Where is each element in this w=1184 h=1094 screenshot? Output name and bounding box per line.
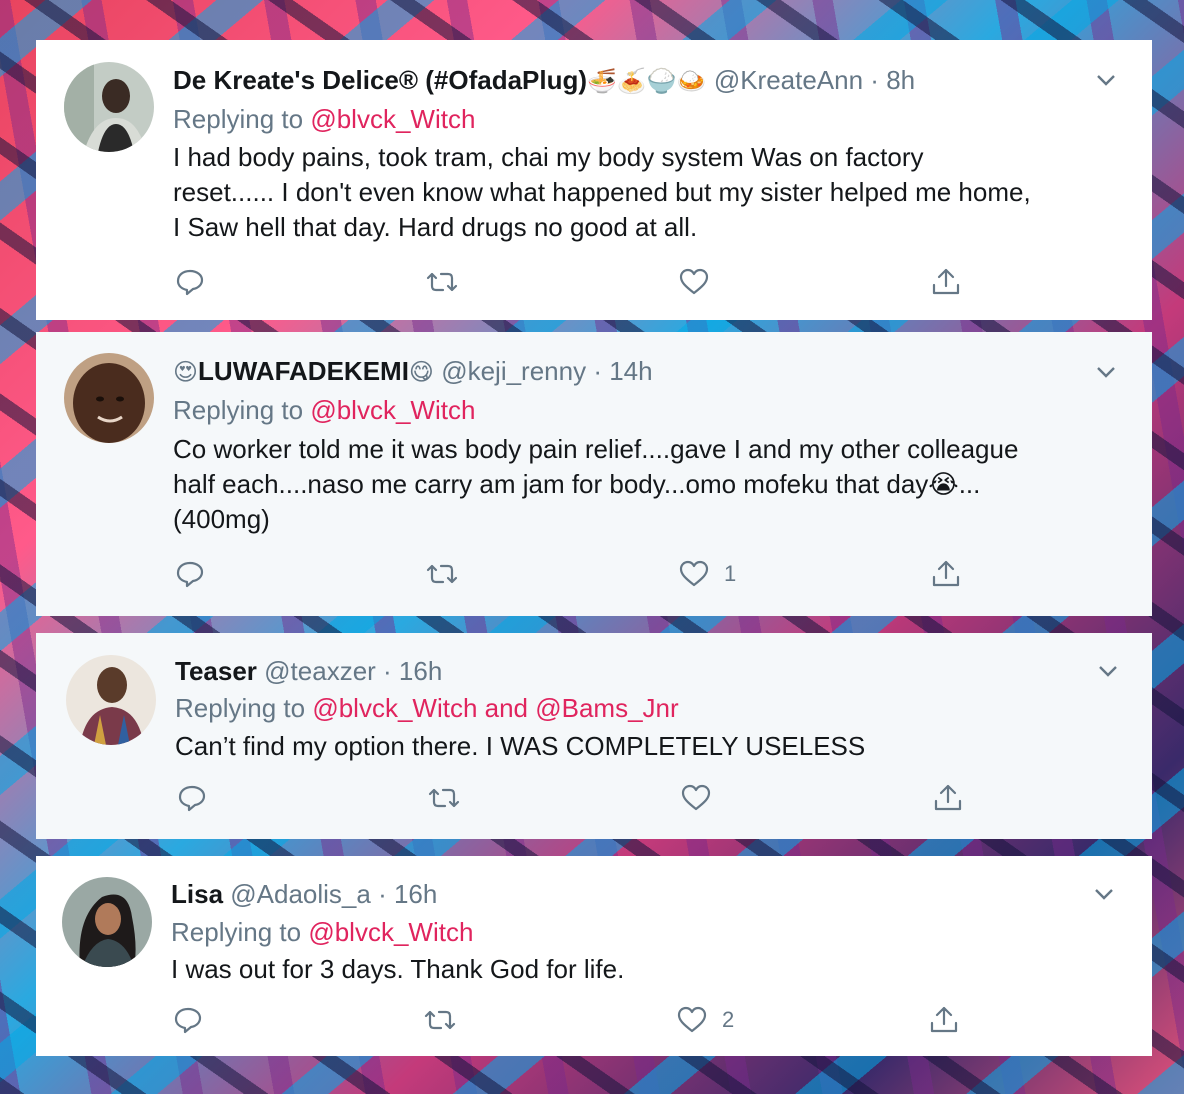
handle[interactable]: @keji_renny xyxy=(441,356,586,386)
reply-icon xyxy=(176,269,204,296)
share-button[interactable] xyxy=(930,266,962,298)
reply-button[interactable] xyxy=(174,558,206,590)
reply-icon xyxy=(178,785,206,812)
retweet-icon xyxy=(428,788,460,808)
avatar[interactable] xyxy=(66,655,156,745)
share-icon xyxy=(934,784,962,811)
replying-prefix: Replying to xyxy=(175,693,306,723)
share-icon xyxy=(932,268,960,295)
retweet-icon xyxy=(426,564,458,584)
handle[interactable]: @Adaolis_a xyxy=(230,879,371,909)
tweet-text-line: reset...... I don't even know what happe… xyxy=(173,177,1031,207)
chevron-down-icon[interactable] xyxy=(1096,659,1120,683)
reply-button[interactable] xyxy=(172,1004,204,1036)
retweet-button[interactable] xyxy=(424,1004,456,1036)
share-icon xyxy=(930,1006,958,1033)
replying-prefix: Replying to xyxy=(173,104,304,134)
retweet-button[interactable] xyxy=(426,558,458,590)
like-icon xyxy=(681,784,711,811)
timestamp[interactable]: 16h xyxy=(399,656,442,686)
tweet-card[interactable]: Teaser @teaxzer · 16h Replying to @blvck… xyxy=(36,633,1152,839)
mention-link[interactable]: @blvck_Witch xyxy=(310,395,475,425)
display-name[interactable]: De Kreate's Delice® (#OfadaPlug) xyxy=(173,65,587,95)
display-name[interactable]: LUWAFADEKEMI xyxy=(198,356,409,386)
tweet-text-line: I Saw hell that day. Hard drugs no good … xyxy=(173,212,698,242)
avatar[interactable] xyxy=(62,877,152,967)
handle[interactable]: @teaxzer xyxy=(264,656,376,686)
reply-button[interactable] xyxy=(176,782,208,814)
handle[interactable]: @KreateAnn xyxy=(714,65,863,95)
tweet-header: 😍LUWAFADEKEMI😋 @keji_renny · 14h xyxy=(173,356,653,386)
avatar[interactable] xyxy=(64,62,154,152)
display-name[interactable]: Teaser xyxy=(175,656,257,686)
share-button[interactable] xyxy=(928,1004,960,1036)
tweet-text: I was out for 3 days. Thank God for life… xyxy=(171,952,1131,987)
tweet-text-line: I was out for 3 days. Thank God for life… xyxy=(171,954,625,984)
avatar[interactable] xyxy=(64,353,154,443)
like-button[interactable]: 2 xyxy=(676,1004,734,1036)
tweet-text-line: Co worker told me it was body pain relie… xyxy=(173,434,1019,464)
share-button[interactable] xyxy=(932,782,964,814)
tweet-card[interactable]: De Kreate's Delice® (#OfadaPlug)🍜🍝🍚🍛 @Kr… xyxy=(36,40,1152,320)
replying-prefix: Replying to xyxy=(171,917,302,947)
tweet-card[interactable]: 😍LUWAFADEKEMI😋 @keji_renny · 14h Replyin… xyxy=(36,332,1152,616)
reply-button[interactable] xyxy=(174,266,206,298)
tweet-header: Teaser @teaxzer · 16h xyxy=(175,656,443,686)
retweet-icon xyxy=(426,272,458,292)
tweet-text: I had body pains, took tram, chai my bod… xyxy=(173,140,1133,245)
name-prefix-emoji: 😍 xyxy=(173,359,199,386)
tweet-text-line: I had body pains, took tram, chai my bod… xyxy=(173,142,924,172)
timestamp[interactable]: 14h xyxy=(609,356,652,386)
replying-to: Replying to @blvck_Witch and @Bams_Jnr xyxy=(175,692,679,724)
retweet-button[interactable] xyxy=(426,266,458,298)
share-icon xyxy=(932,560,960,587)
replying-to: Replying to @blvck_Witch xyxy=(173,103,475,135)
tweet-text-line: Can’t find my option there. I WAS COMPLE… xyxy=(175,731,866,761)
replying-to: Replying to @blvck_Witch xyxy=(171,916,473,948)
like-button[interactable] xyxy=(680,782,726,814)
name-suffix-emoji: 😋 xyxy=(408,359,434,386)
retweet-icon xyxy=(424,1010,456,1030)
like-button[interactable] xyxy=(678,266,724,298)
like-icon xyxy=(677,1006,707,1033)
chevron-down-icon[interactable] xyxy=(1094,360,1118,384)
reply-icon xyxy=(176,561,204,588)
replying-to: Replying to @blvck_Witch xyxy=(173,394,475,426)
mention-link[interactable]: @blvck_Witch and @Bams_Jnr xyxy=(312,693,678,723)
timestamp[interactable]: 16h xyxy=(394,879,437,909)
share-button[interactable] xyxy=(930,558,962,590)
mention-link[interactable]: @blvck_Witch xyxy=(308,917,473,947)
name-emojis: 🍜🍝🍚🍛 xyxy=(587,68,707,95)
tweet-text: Co worker told me it was body pain relie… xyxy=(173,432,1133,537)
tweet-text: Can’t find my option there. I WAS COMPLE… xyxy=(175,729,1135,764)
reply-icon xyxy=(174,1007,202,1034)
like-count: 2 xyxy=(722,1007,735,1032)
tweet-header: De Kreate's Delice® (#OfadaPlug)🍜🍝🍚🍛 @Kr… xyxy=(173,65,916,95)
tweet-text-line: (400mg) xyxy=(173,504,270,534)
mention-link[interactable]: @blvck_Witch xyxy=(310,104,475,134)
replying-prefix: Replying to xyxy=(173,395,304,425)
chevron-down-icon[interactable] xyxy=(1092,882,1116,906)
like-icon xyxy=(679,560,709,587)
chevron-down-icon[interactable] xyxy=(1094,68,1118,92)
like-button[interactable]: 1 xyxy=(678,558,736,590)
timestamp[interactable]: 8h xyxy=(886,65,915,95)
display-name[interactable]: Lisa xyxy=(171,879,223,909)
tweet-text-line: half each....naso me carry am jam for bo… xyxy=(173,469,981,499)
tweet-header: Lisa @Adaolis_a · 16h xyxy=(171,879,438,909)
tweet-card[interactable]: Lisa @Adaolis_a · 16h Replying to @blvck… xyxy=(36,856,1152,1056)
like-icon xyxy=(679,268,709,295)
retweet-button[interactable] xyxy=(428,782,460,814)
like-count: 1 xyxy=(724,561,737,586)
